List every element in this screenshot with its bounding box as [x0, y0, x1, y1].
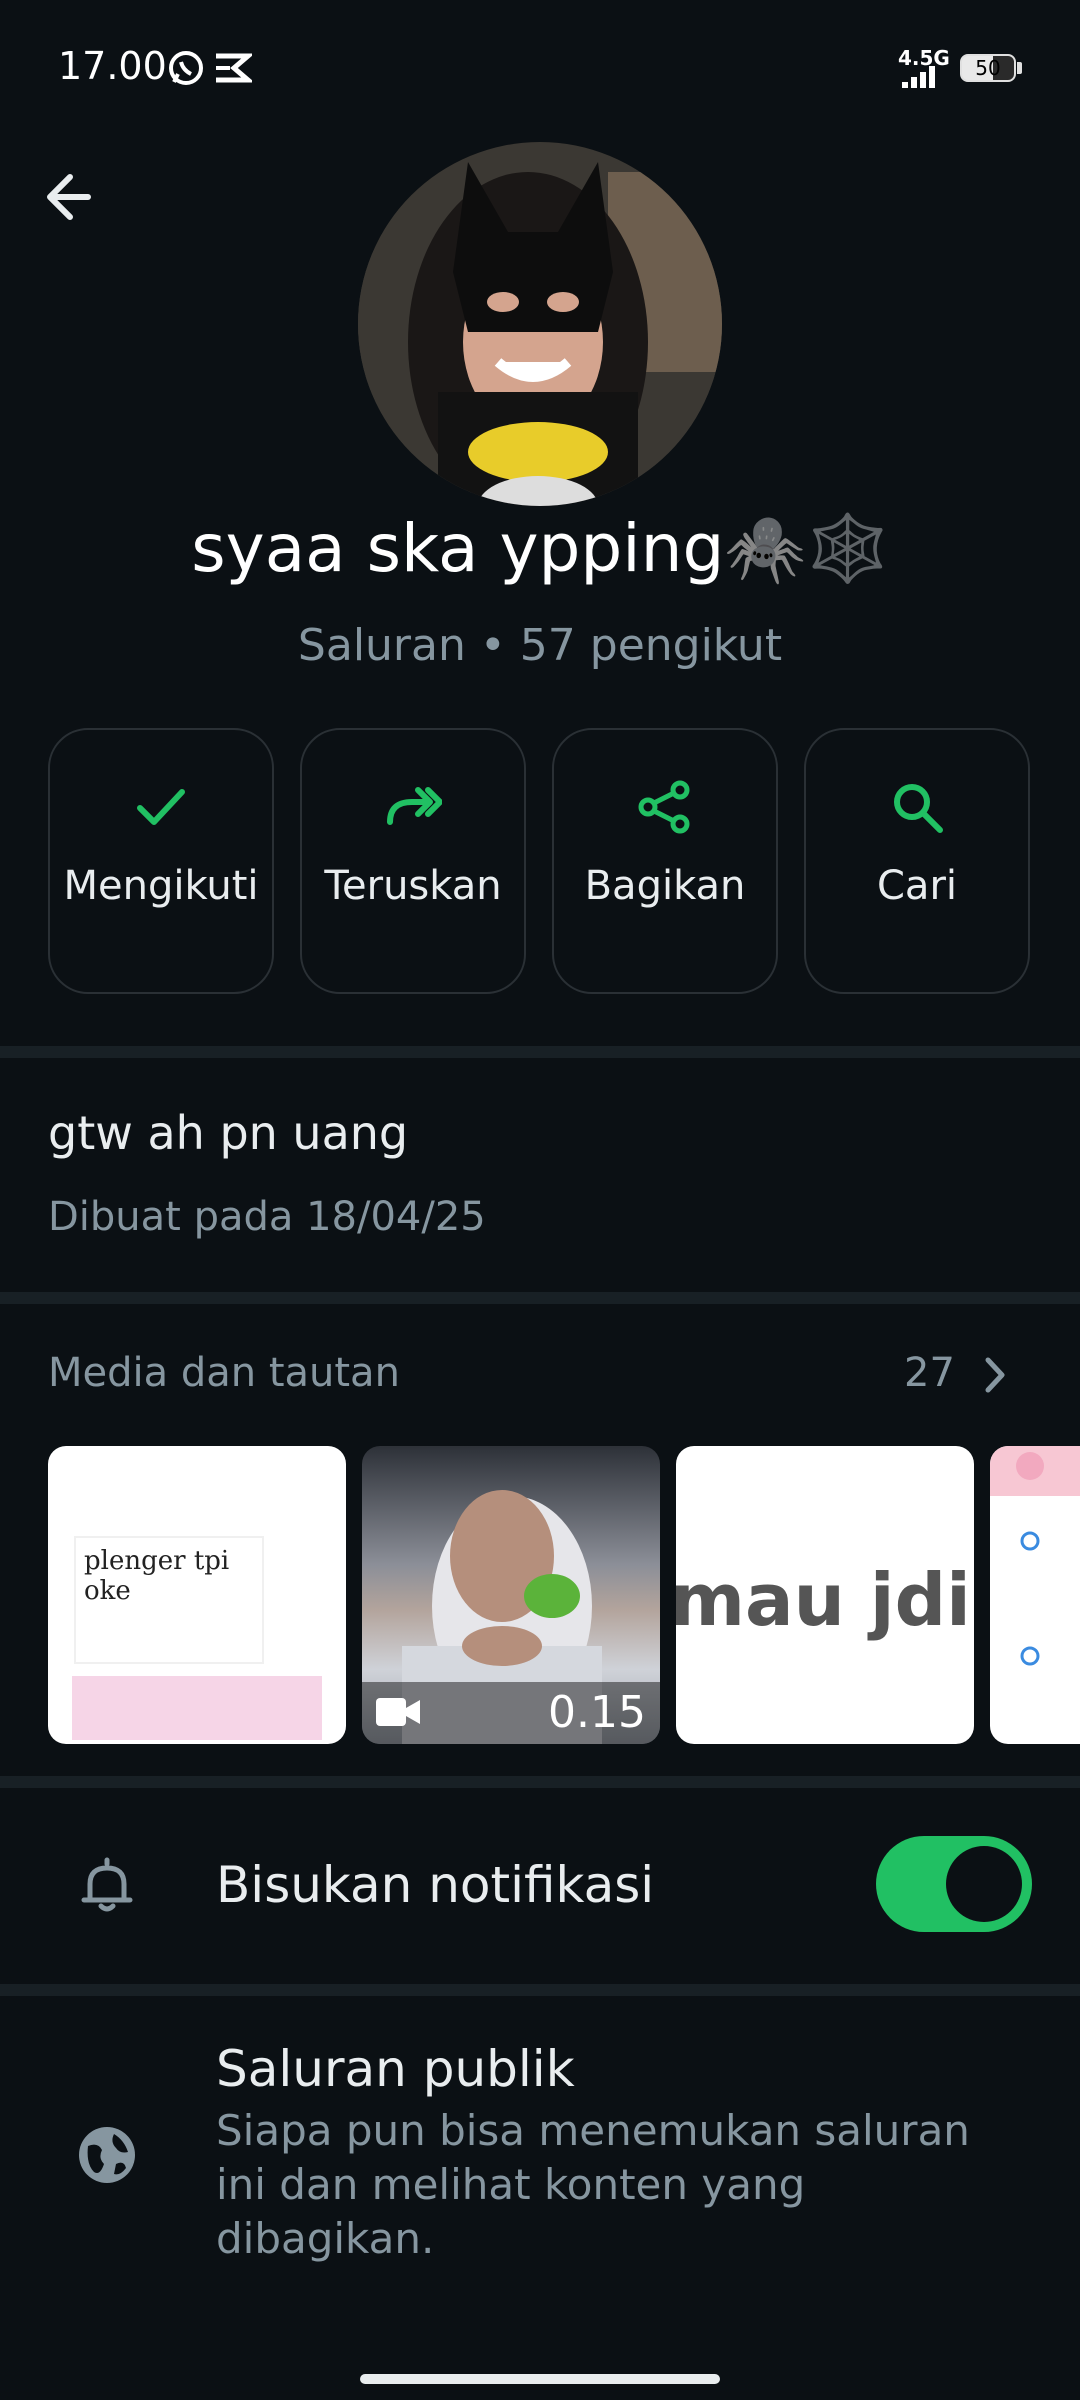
mute-notifications-toggle[interactable]: [876, 1836, 1032, 1932]
status-bar: 17.00 4.5G 50: [0, 0, 1080, 140]
toggle-knob: [946, 1846, 1022, 1922]
media-thumbnail[interactable]: plenger tpi oke: [48, 1446, 346, 1744]
channel-name: syaa ska ypping🕷️🕸️: [191, 510, 889, 587]
share-icon: [638, 780, 690, 834]
public-channel-description: Siapa pun bisa menemukan saluran ini dan…: [216, 2106, 970, 2263]
action-buttons: Mengikuti Teruskan Bagikan Cari: [48, 728, 1032, 994]
thumbnail-preview-image: [990, 1446, 1080, 1666]
status-time: 17.00: [58, 44, 167, 88]
created-date: Dibuat pada 18/04/25: [48, 1194, 486, 1240]
section-divider: [0, 1046, 1080, 1058]
share-button[interactable]: Bagikan: [552, 728, 778, 994]
check-icon: [137, 789, 185, 825]
thumbnail-text: mau jdi c: [676, 1558, 974, 1642]
channel-description: gtw ah pn uang: [48, 1106, 409, 1160]
forward-label: Teruskan: [324, 863, 502, 909]
share-label: Bagikan: [584, 863, 746, 909]
chevron-right-icon[interactable]: [974, 1350, 1016, 1400]
section-divider: [0, 1984, 1080, 1996]
bell-icon: [81, 1857, 133, 1912]
search-label: Cari: [877, 863, 957, 909]
forward-button[interactable]: Teruskan: [300, 728, 526, 994]
media-thumbnail-video[interactable]: 0.15: [362, 1446, 660, 1744]
section-divider: [0, 1776, 1080, 1788]
whatsapp-notification-icon: [169, 51, 203, 85]
media-count[interactable]: 27: [904, 1350, 955, 1396]
signal-icon: [902, 66, 935, 88]
search-button[interactable]: Cari: [804, 728, 1030, 994]
mute-notifications-label: Bisukan notifikasi: [216, 1856, 655, 1914]
following-button[interactable]: Mengikuti: [48, 728, 274, 994]
avatar-image: [358, 142, 722, 506]
network-indicator: 4.5G: [898, 46, 950, 70]
following-label: Mengikuti: [63, 863, 259, 909]
battery-icon: 50: [960, 54, 1016, 82]
back-arrow-icon[interactable]: [40, 162, 110, 232]
media-links-title[interactable]: Media dan tautan: [48, 1350, 400, 1396]
thumbnail-preview-box: [72, 1676, 322, 1740]
search-icon: [894, 784, 943, 833]
globe-icon: [79, 2127, 135, 2183]
channel-avatar[interactable]: [358, 142, 722, 506]
media-thumbnail[interactable]: mau jdi c: [676, 1446, 974, 1744]
sticker-text: plenger tpi oke: [74, 1536, 264, 1664]
public-channel-title: Saluran publik: [216, 2040, 575, 2098]
home-indicator[interactable]: [360, 2374, 720, 2384]
channel-subtitle: Saluran • 57 pengikut: [297, 620, 783, 671]
section-divider: [0, 1292, 1080, 1304]
video-camera-icon: [376, 1698, 420, 1726]
video-duration: 0.15: [548, 1687, 646, 1738]
capcut-notification-icon: [216, 53, 252, 83]
forward-icon: [387, 787, 442, 825]
media-thumbnail[interactable]: [990, 1446, 1080, 1744]
battery-cap: [1017, 62, 1022, 74]
